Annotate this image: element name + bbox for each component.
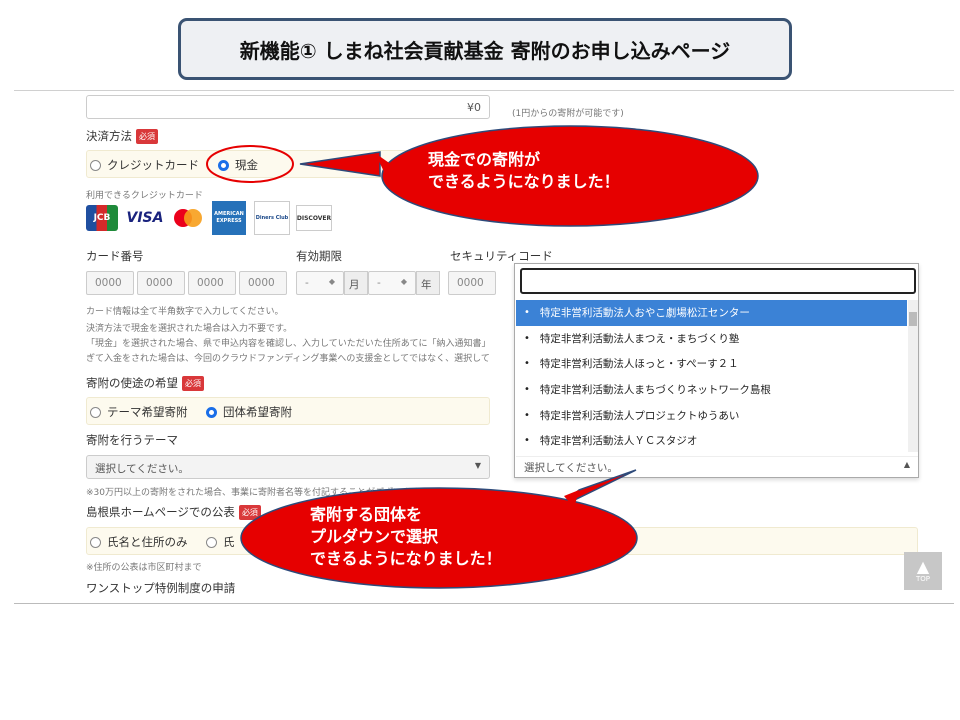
amount-note: (1円からの寄附が可能です) — [512, 109, 624, 119]
cash-callout-text: 現金での寄附が できるようになりました！ — [428, 150, 620, 191]
usage-option-theme[interactable]: テーマ希望寄附 — [90, 404, 188, 420]
card-number-input-2[interactable]: 0000 — [137, 271, 185, 295]
card-note-4: ぎて入金をされた場合は、今回のクラウドファンディング事業への支援金としてではなく… — [86, 354, 490, 364]
bullet-icon: • — [524, 409, 530, 421]
spinner-icon: ◆ — [400, 277, 407, 286]
slide-title: 新機能① しまね社会貢献基金 寄附のお申し込みページ — [178, 18, 792, 80]
dropdown-option[interactable]: • 特定非営利活動法人ほっと・すぺーす２１ — [516, 351, 907, 377]
payment-option-credit[interactable]: クレジットカード — [90, 157, 199, 173]
expiry-month-unit: 月 — [344, 271, 368, 295]
required-badge: 必須 — [182, 376, 204, 391]
back-to-top-button[interactable]: ▲ TOP — [904, 552, 942, 590]
amex-icon: AMERICAN EXPRESS — [212, 201, 246, 235]
group-callout-text: 寄附する団体を プルダウンで選択 できるようになりました！ — [310, 505, 502, 568]
required-badge: 必須 — [136, 129, 158, 144]
dropdown-search-input[interactable] — [520, 268, 916, 294]
dropdown-option[interactable]: • 特定非営利活動法人おやこ劇場松江センター — [516, 300, 907, 326]
expiry-month-select[interactable]: - ◆ — [296, 271, 344, 295]
card-number-label: カード番号 — [86, 249, 144, 263]
bullet-icon: • — [524, 307, 530, 319]
radio-icon[interactable] — [90, 536, 101, 548]
mastercard-icon — [174, 209, 202, 227]
dropdown-list: • 特定非営利活動法人おやこ劇場松江センター • 特定非営利活動法人まつえ・まちづく… — [516, 300, 907, 452]
spinner-icon: ◆ — [328, 277, 335, 286]
onestop-label: ワンストップ特例制度の申請 — [86, 581, 236, 595]
bullet-icon: • — [524, 435, 530, 447]
bullet-icon: • — [524, 384, 530, 396]
visa-icon: VISA — [126, 210, 164, 226]
publication-option-2[interactable]: 氏 — [206, 534, 235, 550]
card-note-3: 「現金」を選択された場合、県で申込内容を確認し、入力していただいた住所あてに「納… — [86, 339, 491, 349]
card-note-1: カード情報は全て半角数字で入力してください。 — [86, 307, 284, 317]
chevron-up-icon: ▲ — [903, 460, 910, 469]
group-select-dropdown[interactable]: • 特定非営利活動法人おやこ劇場松江センター • 特定非営利活動法人まつえ・まちづく… — [514, 263, 919, 478]
dropdown-option[interactable]: • 特定非営利活動法人プロジェクトゆうあい — [516, 402, 907, 428]
jcb-icon: JCB — [86, 205, 118, 231]
payment-label: 決済方法 必須 — [86, 128, 158, 144]
security-code-input[interactable]: 0000 — [448, 271, 496, 295]
cards-label: 利用できるクレジットカード — [86, 191, 203, 201]
arrow-up-icon: ▲ — [916, 557, 930, 576]
expiry-label: 有効期限 — [296, 249, 342, 263]
amount-input[interactable]: ¥0 — [86, 95, 490, 119]
usage-label: 寄附の使途の希望 必須 — [86, 375, 204, 391]
publication-option-name-address[interactable]: 氏名と住所のみ — [90, 534, 188, 550]
usage-option-group[interactable]: 団体希望寄附 — [206, 404, 292, 420]
scrollbar-thumb[interactable] — [909, 312, 917, 326]
card-number-input-4[interactable]: 0000 — [239, 271, 287, 295]
theme-label: 寄附を行うテーマ — [86, 433, 178, 447]
card-number-input-1[interactable]: 0000 — [86, 271, 134, 295]
expiry-year-unit: 年 — [416, 271, 440, 295]
dropdown-option[interactable]: • 特定非営利活動法人まつえ・まちづくり塾 — [516, 326, 907, 352]
dropdown-option[interactable]: • 特定非営利活動法人ＹＣスタジオ — [516, 428, 907, 454]
security-code-label: セキュリティコード — [450, 249, 553, 263]
publication-note: ※住所の公表は市区町村まで — [86, 563, 202, 573]
expiry-year-select[interactable]: - ◆ — [368, 271, 416, 295]
dropdown-option[interactable]: • 特定非営利活動法人まちづくりネットワーク島根 — [516, 377, 907, 403]
radio-icon[interactable] — [90, 159, 101, 171]
dropdown-scrollbar[interactable] — [908, 300, 918, 452]
card-number-input-3[interactable]: 0000 — [188, 271, 236, 295]
radio-icon[interactable] — [206, 536, 217, 548]
radio-selected-icon[interactable] — [206, 406, 217, 418]
card-note-2: 決済方法で現金を選択された場合は入力不要です。 — [86, 324, 293, 334]
bullet-icon: • — [524, 332, 530, 344]
bullet-icon: • — [524, 358, 530, 370]
radio-icon[interactable] — [90, 406, 101, 418]
